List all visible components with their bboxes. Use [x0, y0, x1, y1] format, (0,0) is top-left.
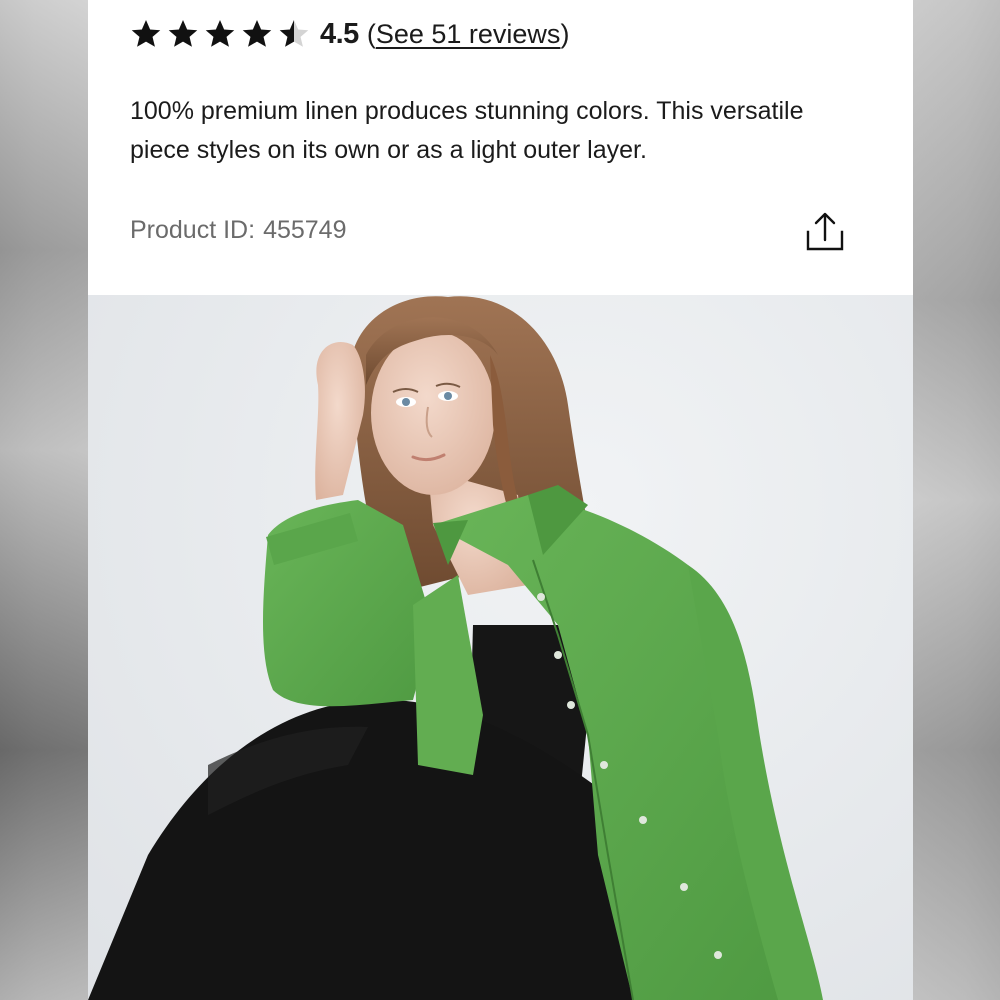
product-id: Product ID: 455749 — [130, 216, 347, 245]
share-icon[interactable] — [804, 210, 846, 254]
model-illustration — [88, 296, 823, 1000]
product-info-panel: 4.5 (See 51 reviews) 100% premium linen … — [88, 0, 913, 295]
left-blurred-backdrop — [0, 0, 88, 1000]
product-description: 100% premium linen produces stunning col… — [130, 97, 804, 164]
model-photo — [88, 295, 913, 1000]
rating-row: 4.5 (See 51 reviews) — [130, 14, 569, 54]
star-rating — [130, 18, 310, 50]
see-reviews-link[interactable]: (See 51 reviews) — [367, 19, 570, 50]
product-id-value: 455749 — [263, 216, 347, 244]
star-full-icon — [242, 20, 272, 47]
star-full-icon — [168, 20, 198, 47]
reviews-close-paren: ) — [560, 18, 570, 49]
right-blurred-backdrop — [912, 0, 1000, 1000]
product-id-label: Product ID: — [130, 216, 256, 244]
rating-value: 4.5 — [320, 17, 359, 50]
star-full-icon — [205, 20, 235, 47]
star-half-icon — [279, 20, 309, 47]
star-full-icon — [131, 20, 161, 47]
product-page: 4.5 (See 51 reviews) 100% premium linen … — [88, 0, 913, 1000]
reviews-link-label: See 51 reviews — [375, 18, 561, 49]
reviews-open-paren: ( — [366, 18, 376, 49]
